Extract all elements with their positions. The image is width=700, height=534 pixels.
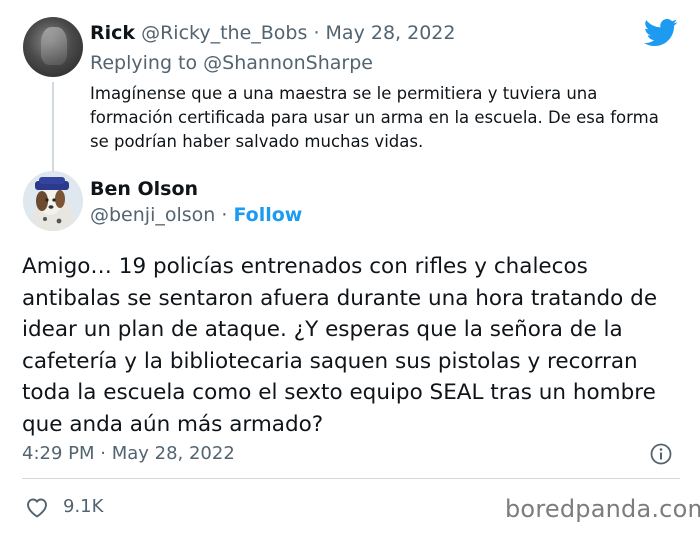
rick-date[interactable]: May 28, 2022 xyxy=(326,22,456,44)
ben-separator: · xyxy=(221,204,228,226)
rick-author-name[interactable]: Rick xyxy=(90,22,135,44)
heart-icon[interactable] xyxy=(25,496,49,518)
rick-separator: · xyxy=(313,22,320,44)
twitter-bird-icon[interactable] xyxy=(644,18,678,48)
tweet-timestamp[interactable]: 4:29 PM · May 28, 2022 xyxy=(22,443,235,464)
ben-author-handle[interactable]: @benji_olson xyxy=(90,204,215,226)
replying-handle[interactable]: @ShannonSharpe xyxy=(203,52,373,74)
ben-avatar[interactable] xyxy=(23,171,83,231)
follow-button[interactable]: Follow xyxy=(233,204,302,226)
ben-handle-line: @benji_olson · Follow xyxy=(90,204,302,226)
replying-to-line: Replying to @ShannonSharpe xyxy=(90,52,373,74)
replying-prefix: Replying to xyxy=(90,52,198,74)
like-count: 9.1K xyxy=(63,496,104,517)
rick-tweet-text: Imagínense que a una maestra se le permi… xyxy=(90,84,659,151)
rick-author-handle[interactable]: @Ricky_the_Bobs xyxy=(141,22,307,44)
watermark: boredpanda.com xyxy=(505,495,700,523)
rick-header: Rick @Ricky_the_Bobs · May 28, 2022 xyxy=(90,22,455,44)
thread-connector-line xyxy=(52,82,54,172)
divider xyxy=(22,478,680,479)
main-tweet-text: Amigo… 19 policías entrenados con rifles… xyxy=(22,254,658,437)
dog-avatar-image xyxy=(23,171,83,231)
ben-author-name[interactable]: Ben Olson xyxy=(90,178,198,200)
info-icon[interactable] xyxy=(650,443,672,465)
rick-avatar[interactable] xyxy=(23,17,83,77)
